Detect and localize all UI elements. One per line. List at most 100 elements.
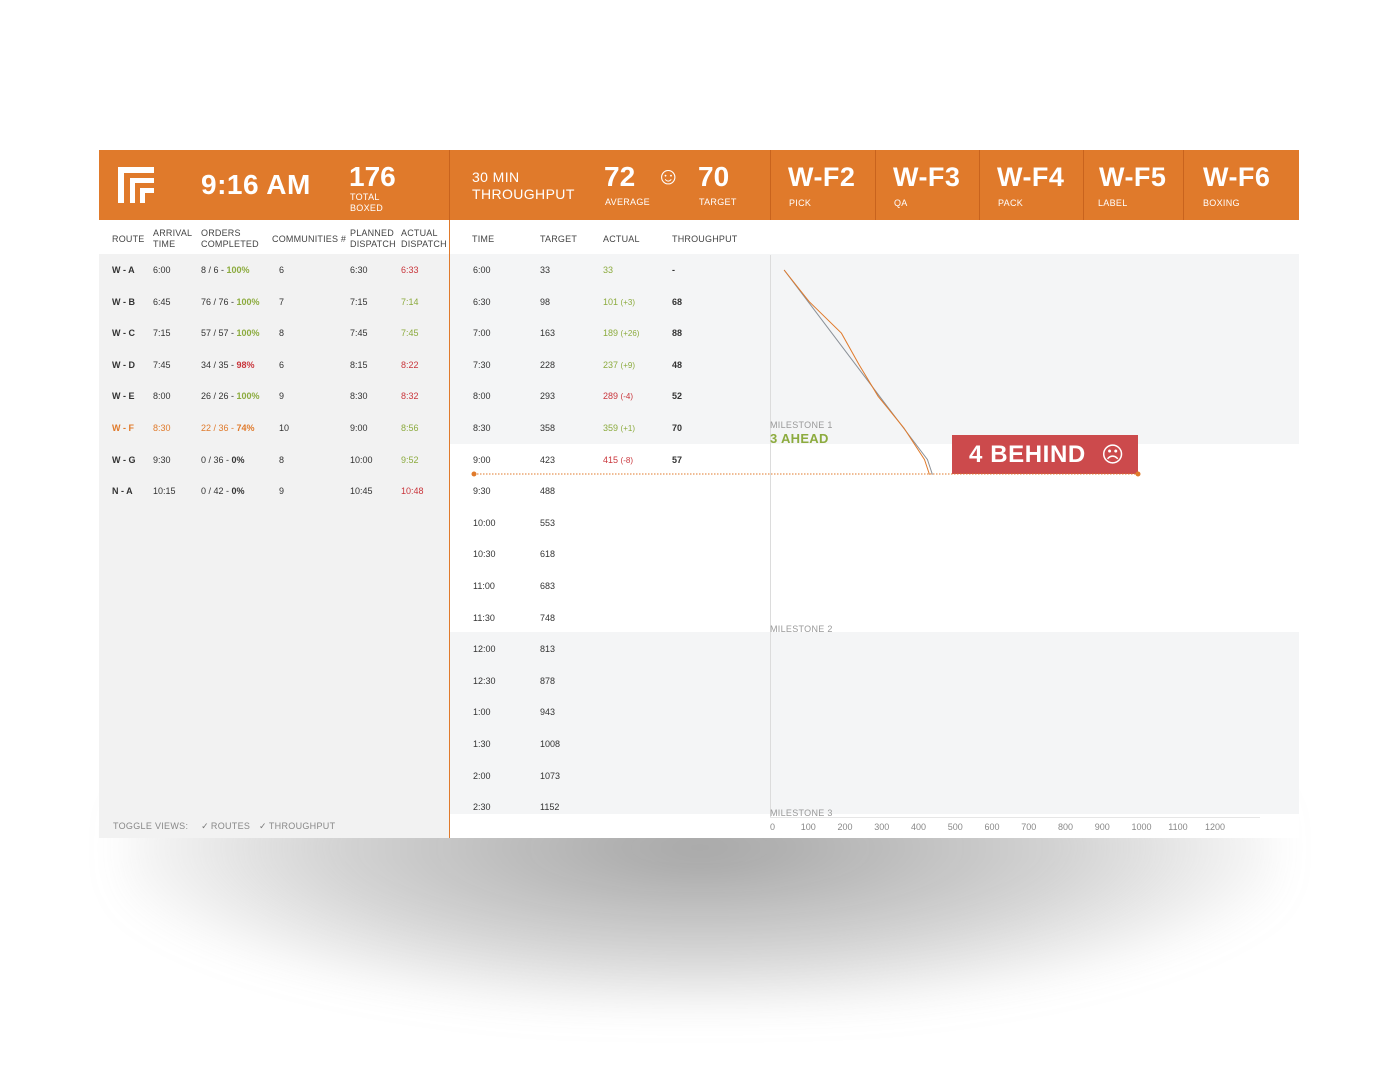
check-icon: ✓ — [201, 821, 209, 831]
route-row[interactable]: W - A 6:00 8 / 6 - 100% 6 6:30 6:33 — [99, 254, 449, 285]
arrival-time: 9:30 — [153, 454, 171, 465]
slot-delta: (-4) — [620, 392, 633, 402]
slot-time: 11:30 — [473, 612, 495, 623]
slot-target: 293 — [540, 391, 556, 402]
communities-count: 7 — [279, 296, 285, 307]
slot-time: 7:30 — [473, 359, 491, 370]
route-row[interactable]: W - B 6:45 76 / 76 - 100% 7 7:15 7:14 — [99, 286, 449, 317]
throughput-row: 2:00 1073 — [450, 760, 770, 791]
communities-count: 8 — [279, 328, 285, 339]
station-w-f5[interactable]: W-F5 LABEL — [1084, 150, 1184, 220]
completion-percent: 100% — [236, 391, 260, 402]
throughput-row: 11:30 748 — [450, 602, 770, 633]
slot-target: 423 — [540, 454, 556, 465]
station-w-f4[interactable]: W-F4 PACK — [980, 150, 1084, 220]
slot-time: 8:30 — [473, 423, 491, 433]
target-value: 70 — [698, 161, 730, 192]
completion-percent: 100% — [236, 296, 260, 307]
throughput-row: 10:00 553 — [450, 507, 770, 538]
slot-throughput: 88 — [672, 328, 683, 339]
actual-dispatch: 7:14 — [401, 296, 419, 307]
slot-throughput: 70 — [672, 423, 683, 433]
completion-percent: 0% — [231, 486, 245, 497]
toggle-views: TOGGLE VIEWS: ✓ ROUTES ✓ THROUGHPUT — [113, 821, 335, 832]
route-row[interactable]: N - A 10:15 0 / 42 - 0% 9 10:45 10:48 — [99, 475, 449, 506]
station-label: QA — [894, 198, 908, 208]
route-row[interactable]: W - C 7:15 57 / 57 - 100% 8 7:45 7:45 — [99, 317, 449, 348]
slot-delta: (-8) — [620, 455, 633, 465]
route-row[interactable]: W - G 9:30 0 / 36 - 0% 8 10:00 9:52 — [99, 444, 449, 475]
orders-completed: 57 / 57 - 100% — [201, 328, 260, 339]
arrival-time: 7:45 — [153, 359, 171, 370]
station-name: W-F4 — [997, 162, 1065, 192]
station-w-f3[interactable]: W-F3 QA — [876, 150, 980, 220]
orders-completed: 34 / 35 - 98% — [201, 359, 255, 370]
behind-text: 4 BEHIND — [969, 441, 1086, 468]
planned-dispatch: 6:30 — [350, 265, 368, 275]
station-w-f2[interactable]: W-F2 PICK — [771, 150, 875, 220]
route-row[interactable]: W - E 8:00 26 / 26 - 100% 9 8:30 8:32 — [99, 380, 449, 411]
col-communities: COMMUNITIES # — [272, 234, 347, 244]
slot-actual: 237 (+9) — [603, 359, 635, 370]
slot-time: 10:00 — [473, 517, 496, 528]
target-label: TARGET — [699, 197, 737, 207]
slot-delta: (+3) — [620, 297, 635, 307]
col-planned-dispatch: PLANNED DISPATCH — [350, 228, 396, 249]
throughput-panel: TIME TARGET ACTUAL THROUGHPUT 6:00 33 33 -… — [450, 220, 770, 838]
slot-time: 12:30 — [473, 675, 496, 686]
completion-percent: 100% — [226, 265, 250, 275]
throughput-row: 12:00 813 — [450, 633, 770, 664]
throughput-row: 1:00 943 — [450, 696, 770, 727]
actual-dispatch: 8:56 — [401, 423, 419, 433]
slot-time: 2:30 — [473, 802, 491, 813]
route-name: N - A — [112, 486, 133, 497]
route-row[interactable]: W - D 7:45 34 / 35 - 98% 6 8:15 8:22 — [99, 349, 449, 380]
slot-time: 9:30 — [473, 486, 491, 497]
header-bar: 9:16 AM 176 TOTAL BOXED 30 MIN THROUGHPU… — [99, 150, 1299, 220]
current-time: 9:16 AM — [201, 169, 311, 200]
slot-delta: (+1) — [620, 424, 635, 433]
route-name: W - B — [112, 296, 135, 307]
slot-target: 33 — [540, 265, 551, 275]
planned-dispatch: 8:15 — [350, 359, 368, 370]
arrival-time: 8:00 — [153, 391, 171, 402]
smiley-face-icon: ☺ — [656, 163, 681, 190]
slot-target: 618 — [540, 549, 556, 560]
slot-target: 1073 — [540, 770, 561, 781]
route-row[interactable]: W - F 8:30 22 / 36 - 74% 10 9:00 8:56 — [99, 412, 449, 443]
slot-target: 748 — [540, 612, 556, 623]
slot-actual: 189 (+26) — [603, 328, 640, 339]
behind-alert: 4 BEHIND ☹ — [952, 435, 1138, 474]
station-w-f6[interactable]: W-F6 BOXING — [1184, 150, 1299, 220]
col-target: TARGET — [540, 234, 578, 244]
toggle-throughput-checkbox[interactable]: ✓ THROUGHPUT — [259, 821, 335, 831]
total-boxed-value: 176 — [349, 161, 396, 192]
slot-throughput: - — [672, 265, 675, 275]
slot-delta: (+9) — [620, 360, 635, 370]
route-name: W - D — [112, 359, 135, 370]
average-value: 72 — [604, 161, 636, 192]
slot-target: 683 — [540, 581, 556, 591]
actual-dispatch: 8:32 — [401, 391, 419, 402]
slot-delta: (+26) — [620, 329, 640, 339]
toggle-routes-checkbox[interactable]: ✓ ROUTES — [201, 821, 250, 831]
completion-percent: 100% — [236, 328, 260, 339]
progress-graph: MILESTONE 1 3 AHEAD MILESTONE 2 MILESTON… — [770, 220, 1299, 838]
routes-table-header: ROUTE ARRIVAL TIME ORDERS COMPLETED COMMUN… — [99, 220, 449, 254]
orders-completed: 8 / 6 - 100% — [201, 265, 250, 275]
planned-dispatch: 10:00 — [350, 454, 373, 465]
actual-dispatch: 6:33 — [401, 265, 419, 275]
planned-dispatch: 10:45 — [350, 486, 373, 497]
arrival-time: 6:45 — [153, 296, 171, 307]
slot-actual: 33 — [603, 265, 614, 275]
slot-actual: 289 (-4) — [603, 391, 633, 402]
throughput-row: 7:30 228 237 (+9) 48 — [450, 349, 770, 380]
station-name: W-F6 — [1203, 162, 1271, 192]
slot-target: 1152 — [540, 802, 560, 813]
communities-count: 9 — [279, 391, 285, 402]
station-name: W-F2 — [788, 162, 856, 192]
orders-completed: 26 / 26 - 100% — [201, 391, 260, 402]
slot-target: 228 — [540, 359, 556, 370]
throughput-row: 10:30 618 — [450, 538, 770, 569]
slot-time: 10:30 — [473, 549, 496, 560]
